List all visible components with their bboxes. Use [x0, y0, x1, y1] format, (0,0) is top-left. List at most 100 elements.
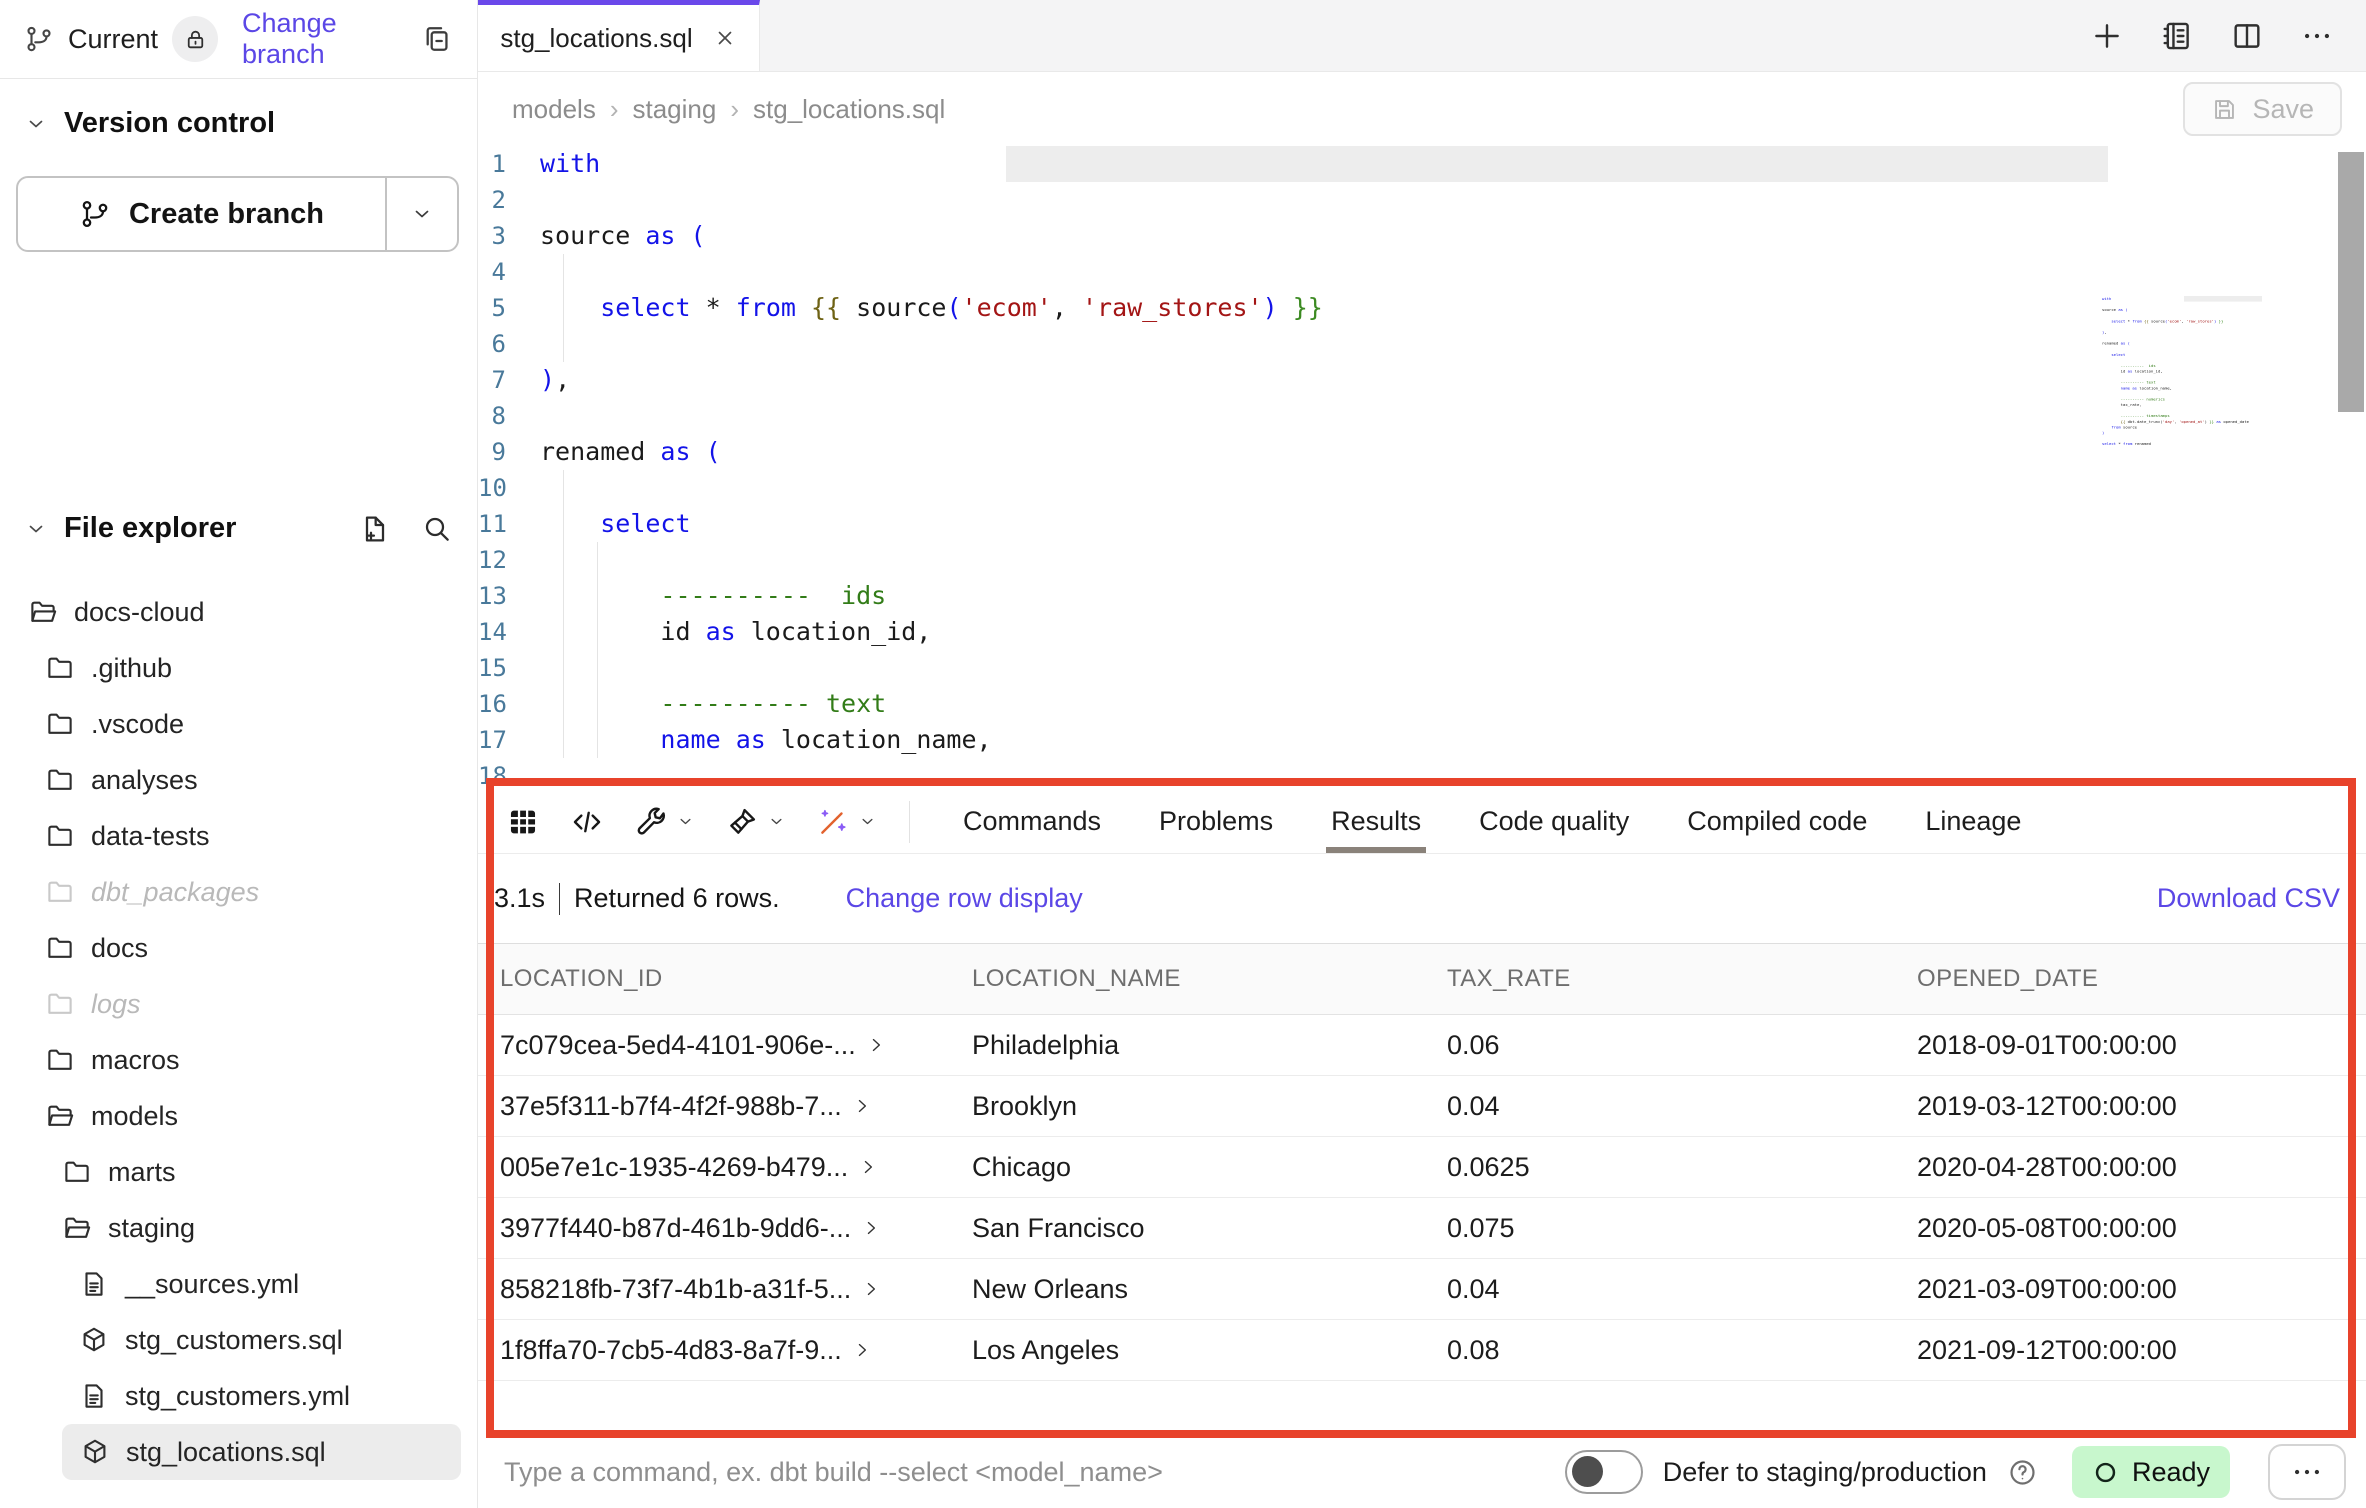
preview-table-icon[interactable] — [506, 805, 540, 839]
search-icon[interactable] — [421, 513, 453, 545]
code-line-3[interactable]: 3source as ( — [478, 218, 2366, 254]
table-cell: 2020-04-28T00:00:00 — [1917, 1152, 2366, 1183]
code-line-13[interactable]: 13 ---------- ids — [478, 578, 2366, 614]
code-line-6[interactable]: 6 — [478, 326, 2366, 362]
tree-item-docs[interactable]: docs — [0, 920, 477, 976]
panel-tab-problems[interactable]: Problems — [1130, 790, 1302, 853]
tree-item-data-tests[interactable]: data-tests — [0, 808, 477, 864]
tree-item-staging[interactable]: staging — [0, 1200, 477, 1256]
table-row[interactable]: 37e5f311-b7f4-4f2f-988b-7...Brooklyn0.04… — [478, 1076, 2366, 1137]
tree-item-stg-locations-sql[interactable]: stg_locations.sql — [62, 1424, 461, 1480]
code-line-18[interactable]: 18 — [478, 758, 2366, 790]
table-row[interactable]: 858218fb-73f7-4b1b-a31f-5...New Orleans0… — [478, 1259, 2366, 1320]
tree-item-logs[interactable]: logs — [0, 976, 477, 1032]
panel-tab-compiled-code[interactable]: Compiled code — [1658, 790, 1896, 853]
tree-item-dbt-packages[interactable]: dbt_packages — [0, 864, 477, 920]
breadcrumb-item[interactable]: staging — [633, 94, 717, 125]
column-header[interactable]: OPENED_DATE — [1917, 965, 2366, 993]
tree-item-stg-customers-yml[interactable]: stg_customers.yml — [0, 1368, 477, 1424]
panel-tab-commands[interactable]: Commands — [934, 790, 1130, 853]
table-cell: 0.0625 — [1447, 1152, 1917, 1183]
notebook-icon[interactable] — [2160, 19, 2194, 53]
code-line-17[interactable]: 17 name as location_name, — [478, 722, 2366, 758]
file-icon — [79, 1269, 109, 1299]
copy-icon[interactable] — [421, 21, 453, 57]
expand-row-icon[interactable] — [861, 1279, 881, 1299]
more-actions-button[interactable] — [2268, 1444, 2346, 1500]
defer-toggle[interactable] — [1565, 1450, 1643, 1494]
column-header[interactable]: LOCATION_NAME — [972, 965, 1447, 993]
table-row[interactable]: 005e7e1c-1935-4269-b479...Chicago0.06252… — [478, 1137, 2366, 1198]
compile-code-icon[interactable] — [570, 805, 604, 839]
expand-row-icon[interactable] — [861, 1218, 881, 1238]
code-editor[interactable]: 1with23source as (45 select * from {{ so… — [478, 146, 2366, 790]
new-tab-icon[interactable] — [2090, 19, 2124, 53]
git-branch-icon — [79, 198, 111, 230]
code-line-5[interactable]: 5 select * from {{ source('ecom', 'raw_s… — [478, 290, 2366, 326]
panel-tab-lineage[interactable]: Lineage — [1896, 790, 2050, 853]
column-header[interactable]: LOCATION_ID — [500, 965, 972, 993]
build-menu[interactable] — [634, 805, 695, 839]
file-explorer-header[interactable]: File explorer — [0, 512, 477, 545]
code-line-9[interactable]: 9renamed as ( — [478, 434, 2366, 470]
code-line-2[interactable]: 2 — [478, 182, 2366, 218]
expand-row-icon[interactable] — [866, 1035, 886, 1055]
copilot-menu[interactable] — [816, 805, 877, 839]
close-icon[interactable] — [713, 26, 737, 50]
expand-row-icon[interactable] — [852, 1096, 872, 1116]
breadcrumb-item[interactable]: stg_locations.sql — [753, 94, 945, 125]
code-text: select — [506, 506, 2366, 542]
change-row-display-link[interactable]: Change row display — [846, 883, 1083, 914]
file-label: stg_customers.yml — [125, 1381, 350, 1412]
code-line-1[interactable]: 1with — [478, 146, 2366, 182]
code-line-14[interactable]: 14 id as location_id, — [478, 614, 2366, 650]
panel-tab-results[interactable]: Results — [1302, 790, 1450, 853]
tree-item-analyses[interactable]: analyses — [0, 752, 477, 808]
tree-item-sources-yml[interactable]: __sources.yml — [0, 1256, 477, 1312]
download-csv-link[interactable]: Download CSV — [2157, 883, 2340, 914]
breadcrumb-item[interactable]: models — [512, 94, 596, 125]
more-options-icon[interactable] — [2300, 19, 2334, 53]
chevron-down-icon — [767, 812, 786, 831]
code-line-8[interactable]: 8 — [478, 398, 2366, 434]
file-tree: docs-cloud.github.vscodeanalysesdata-tes… — [0, 584, 477, 1480]
table-row[interactable]: 1f8ffa70-7cb5-4d83-8a7f-9...Los Angeles0… — [478, 1320, 2366, 1381]
tree-item-marts[interactable]: marts — [0, 1144, 477, 1200]
column-header[interactable]: TAX_RATE — [1447, 965, 1917, 993]
help-icon[interactable] — [2007, 1457, 2038, 1488]
tree-item-models[interactable]: models — [0, 1088, 477, 1144]
tree-item-github[interactable]: .github — [0, 640, 477, 696]
change-branch-link[interactable]: Change branch — [242, 8, 407, 70]
cube-icon — [79, 1325, 109, 1355]
create-branch-button[interactable]: Create branch — [16, 176, 459, 252]
version-control-header[interactable]: Version control — [0, 79, 477, 140]
code-line-16[interactable]: 16 ---------- text — [478, 686, 2366, 722]
code-line-4[interactable]: 4 — [478, 254, 2366, 290]
breadcrumb-separator: › — [610, 94, 619, 125]
code-line-10[interactable]: 10 — [478, 470, 2366, 506]
expand-row-icon[interactable] — [852, 1340, 872, 1360]
panel-tab-code-quality[interactable]: Code quality — [1450, 790, 1658, 853]
folder-icon — [45, 1045, 75, 1075]
code-line-12[interactable]: 12 — [478, 542, 2366, 578]
save-button[interactable]: Save — [2183, 82, 2342, 136]
code-line-7[interactable]: 7), — [478, 362, 2366, 398]
new-file-icon[interactable] — [359, 513, 391, 545]
table-row[interactable]: 3977f440-b87d-461b-9dd6-...San Francisco… — [478, 1198, 2366, 1259]
format-menu[interactable] — [725, 805, 786, 839]
code-line-11[interactable]: 11 select — [478, 506, 2366, 542]
tree-item-macros[interactable]: macros — [0, 1032, 477, 1088]
tree-item-vscode[interactable]: .vscode — [0, 696, 477, 752]
command-input[interactable]: Type a command, ex. dbt build --select <… — [504, 1457, 1163, 1488]
code-text — [506, 758, 2366, 790]
create-branch-dropdown[interactable] — [387, 178, 457, 250]
editor-minimap[interactable]: 1with23source as (45 select * from {{ so… — [2102, 296, 2262, 511]
split-pane-icon[interactable] — [2230, 19, 2264, 53]
expand-row-icon[interactable] — [858, 1157, 878, 1177]
tree-item-stg-customers-sql[interactable]: stg_customers.sql — [0, 1312, 477, 1368]
code-line-15[interactable]: 15 — [478, 650, 2366, 686]
table-row[interactable]: 7c079cea-5ed4-4101-906e-...Philadelphia0… — [478, 1015, 2366, 1076]
tab-stg-locations-sql[interactable]: stg_locations.sql — [478, 0, 760, 71]
tree-item-docs-cloud[interactable]: docs-cloud — [0, 584, 477, 640]
editor-scrollbar[interactable] — [2338, 152, 2364, 412]
